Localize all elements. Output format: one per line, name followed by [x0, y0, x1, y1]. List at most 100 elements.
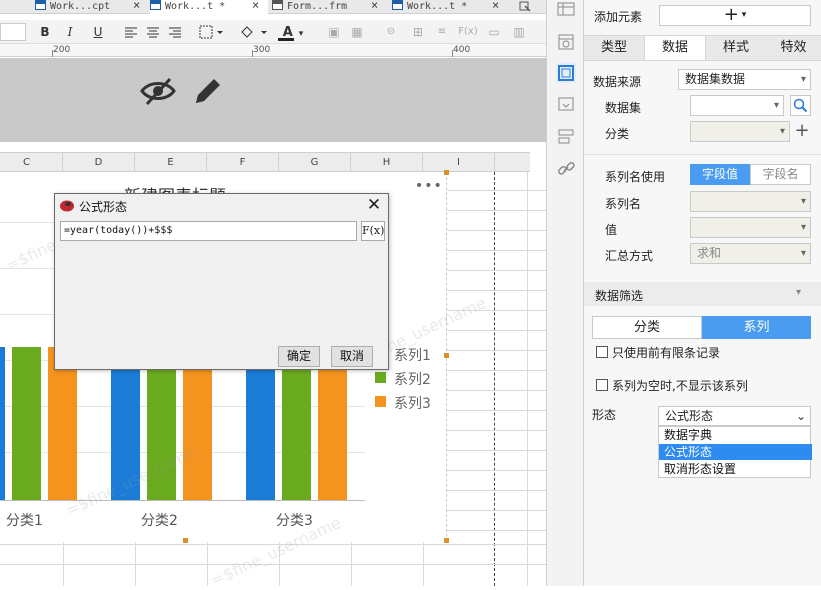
legend-label-series3: 系列3 — [394, 396, 431, 412]
font-size-select[interactable] — [0, 23, 26, 41]
split-cell-icon[interactable]: ▦ — [350, 23, 364, 41]
ruler-mark: 400 — [453, 45, 471, 55]
column-header-g[interactable]: G — [279, 153, 351, 172]
tab-workbook-1[interactable]: Work...cpt × — [35, 0, 150, 14]
fill-color-icon[interactable] — [238, 23, 270, 41]
filter-tab-series[interactable]: 系列 — [702, 316, 811, 339]
ruler-mark: 200 — [53, 45, 71, 55]
font-color-icon[interactable]: A ▾ — [278, 23, 308, 41]
form-option-cancel[interactable]: 取消形态设置 — [659, 461, 812, 477]
value-label: 值 — [605, 223, 618, 237]
tab-data[interactable]: 数据 — [644, 36, 706, 60]
form-option-formula[interactable]: 公式形态 — [659, 444, 812, 460]
legend-label-series2: 系列2 — [394, 372, 431, 388]
text-icon[interactable]: ≡ — [433, 23, 451, 41]
column-header: C D E F G H I — [0, 152, 530, 172]
align-left-icon[interactable] — [123, 23, 139, 41]
edit-pencil-icon[interactable] — [192, 75, 224, 107]
close-icon[interactable]: ✕ — [366, 196, 382, 214]
sub-report-icon[interactable]: ⊞ — [410, 23, 426, 41]
dialog-title: 公式形态 — [79, 200, 128, 214]
resize-handle[interactable] — [444, 353, 449, 358]
widget-settings-icon[interactable] — [557, 33, 575, 51]
align-center-icon[interactable] — [145, 23, 161, 41]
chart-icon[interactable]: ▥ — [510, 23, 528, 41]
form-select[interactable]: 公式形态 ⌄ — [658, 406, 811, 426]
tab-workbook-2[interactable]: Work...t * × — [150, 0, 268, 14]
close-icon[interactable]: × — [252, 0, 259, 11]
formula-icon[interactable]: F(x) — [457, 23, 479, 41]
field-value-toggle[interactable]: 字段值 — [690, 164, 750, 185]
workbook-icon — [392, 0, 403, 10]
ruler-mark: 300 — [253, 45, 271, 55]
form-icon — [272, 0, 283, 10]
resize-handle[interactable] — [444, 170, 449, 175]
search-icon[interactable] — [790, 95, 811, 116]
side-icon-strip — [546, 0, 584, 586]
tab-type[interactable]: 类型 — [584, 36, 644, 60]
add-icon[interactable]: + — [793, 121, 811, 142]
column-header-c[interactable]: C — [0, 153, 63, 172]
workbook-icon — [150, 0, 161, 10]
legend-swatch-series2 — [375, 372, 386, 383]
ok-button[interactable]: 确定 — [278, 346, 320, 367]
resize-handle[interactable] — [183, 538, 188, 543]
data-source-select[interactable]: 数据集数据 ▾ — [678, 69, 811, 90]
italic-button[interactable]: I — [63, 23, 77, 41]
bold-button[interactable]: B — [38, 23, 52, 41]
merge-cell-icon[interactable]: ▣ — [327, 23, 341, 41]
column-header-d[interactable]: D — [63, 153, 135, 172]
chevron-down-icon: ▾ — [800, 74, 806, 85]
align-right-icon[interactable] — [167, 23, 183, 41]
category-select[interactable]: ▾ — [690, 121, 790, 142]
form-option-dictionary[interactable]: 数据字典 — [659, 427, 812, 443]
tab-workbook-3[interactable]: Work...t * × — [392, 0, 510, 14]
close-icon[interactable]: × — [492, 0, 499, 11]
cancel-button[interactable]: 取消 — [331, 346, 373, 367]
hide-empty-series-checkbox[interactable] — [596, 379, 608, 391]
collapse-icon[interactable]: ▾ — [796, 287, 801, 298]
data-filter-header[interactable]: 数据筛选 ▾ — [584, 282, 821, 306]
add-element-label: 添加元素 — [594, 10, 643, 24]
hide-eye-icon[interactable] — [140, 76, 176, 106]
column-header-h[interactable]: H — [351, 153, 423, 172]
tab-form[interactable]: Form...frm × — [272, 0, 387, 14]
data-source-label: 数据来源 — [593, 75, 642, 89]
dataset-select[interactable]: ▾ — [690, 95, 784, 116]
hyperlink-icon[interactable]: ⊝ — [383, 23, 399, 41]
component-icon[interactable] — [557, 2, 575, 20]
category-label: 分类1 — [6, 513, 43, 529]
cell-element-icon[interactable] — [556, 63, 576, 83]
float-element-icon[interactable] — [557, 96, 575, 114]
tab-menu-icon[interactable] — [518, 0, 532, 12]
column-header-f[interactable]: F — [207, 153, 279, 172]
underline-button[interactable]: U — [91, 23, 105, 41]
column-header-e[interactable]: E — [135, 153, 207, 172]
resize-handle[interactable] — [444, 538, 449, 543]
field-name-toggle[interactable]: 字段名 — [750, 164, 811, 185]
column-header-i[interactable]: I — [423, 153, 495, 172]
summary-select[interactable]: 求和 ▾ — [690, 243, 811, 264]
condition-attr-icon[interactable] — [557, 128, 575, 146]
tab-effects[interactable]: 特效 — [766, 36, 821, 60]
close-icon[interactable]: × — [133, 0, 140, 11]
image-icon[interactable]: ▭ — [486, 23, 502, 41]
chevron-down-icon: ⌄ — [795, 409, 806, 423]
add-element-button[interactable]: + ▾ — [659, 5, 811, 26]
app-logo-icon — [60, 199, 74, 212]
tab-style[interactable]: 样式 — [706, 36, 766, 60]
series-name-select[interactable]: ▾ — [690, 191, 811, 212]
ruler-tick — [452, 50, 453, 57]
close-icon[interactable]: × — [371, 0, 378, 11]
value-select[interactable]: ▾ — [690, 217, 811, 238]
form-dropdown-list: 数据字典 公式形态 取消形态设置 — [658, 426, 812, 478]
bar-2-1 — [12, 346, 41, 500]
limit-records-checkbox[interactable] — [596, 346, 608, 358]
hyperlink-icon[interactable] — [557, 160, 575, 178]
ruler-tick — [252, 50, 253, 57]
filter-tab-category[interactable]: 分类 — [592, 316, 702, 339]
more-options-icon[interactable]: ••• — [415, 178, 443, 194]
border-icon[interactable] — [198, 23, 226, 41]
formula-editor-button[interactable]: F(x) — [361, 221, 385, 241]
formula-input[interactable]: =year(today())+$$$ — [60, 221, 357, 241]
